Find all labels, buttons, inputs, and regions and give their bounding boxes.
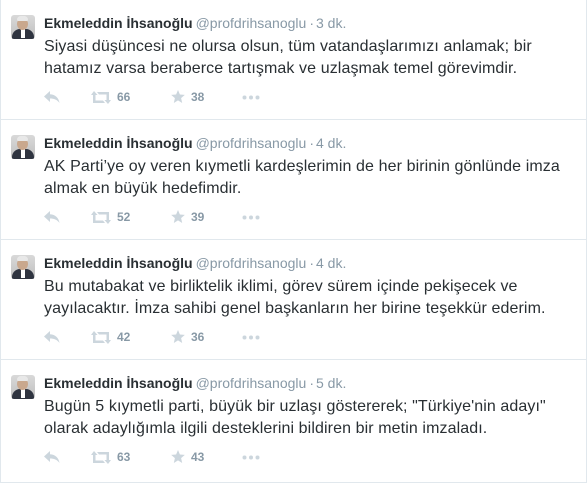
tweet-header: Ekmeleddin İhsanoğlu @profdrihsanoglu · 5 d… <box>44 374 346 392</box>
more-button[interactable] <box>242 215 272 220</box>
separator-dot: · <box>309 15 314 31</box>
favorite-button[interactable]: 43 <box>171 450 242 464</box>
author-fullname[interactable]: Ekmeleddin İhsanoğlu <box>44 375 193 391</box>
star-icon <box>171 450 185 464</box>
favorite-count: 36 <box>191 330 205 344</box>
tweet-actions: 63 43 <box>44 448 272 466</box>
tweet-header: Ekmeleddin İhsanoğlu @profdrihsanoglu · 3 d… <box>44 14 346 32</box>
favorite-button[interactable]: 36 <box>171 330 242 344</box>
tweet-header: Ekmeleddin İhsanoğlu @profdrihsanoglu · 4 d… <box>44 134 346 152</box>
star-icon <box>171 90 185 104</box>
more-button[interactable] <box>242 335 272 340</box>
reply-button[interactable] <box>44 211 91 223</box>
author-username[interactable]: @profdrihsanoglu <box>196 255 307 271</box>
retweet-icon <box>91 450 111 464</box>
favorite-button[interactable]: 39 <box>171 210 242 224</box>
author-username[interactable]: @profdrihsanoglu <box>196 375 307 391</box>
avatar[interactable] <box>11 255 35 279</box>
favorite-button[interactable]: 38 <box>171 90 242 104</box>
avatar[interactable] <box>11 135 35 159</box>
separator-dot: · <box>309 135 314 151</box>
author-fullname[interactable]: Ekmeleddin İhsanoğlu <box>44 255 193 271</box>
more-button[interactable] <box>242 455 272 460</box>
tweet[interactable]: Ekmeleddin İhsanoğlu @profdrihsanoglu · 4 d… <box>1 240 586 360</box>
author-username[interactable]: @profdrihsanoglu <box>196 15 307 31</box>
tweet[interactable]: Ekmeleddin İhsanoğlu @profdrihsanoglu · 5 d… <box>1 360 586 483</box>
author-fullname[interactable]: Ekmeleddin İhsanoğlu <box>44 15 193 31</box>
retweet-button[interactable]: 66 <box>91 90 171 104</box>
more-dots-icon <box>242 215 260 220</box>
avatar[interactable] <box>11 375 35 399</box>
tweet-text: AK Parti’ye oy veren kıymetli kardeşleri… <box>44 158 560 197</box>
retweet-count: 52 <box>117 210 131 224</box>
tweet-header: Ekmeleddin İhsanoğlu @profdrihsanoglu · 4 d… <box>44 254 346 272</box>
reply-button[interactable] <box>44 91 91 103</box>
more-dots-icon <box>242 335 260 340</box>
reply-button[interactable] <box>44 331 91 343</box>
more-button[interactable] <box>242 95 272 100</box>
tweet-timestamp[interactable]: 4 dk. <box>316 135 346 151</box>
separator-dot: · <box>309 375 314 391</box>
tweet[interactable]: Ekmeleddin İhsanoğlu @profdrihsanoglu · 4 d… <box>1 120 586 240</box>
retweet-count: 63 <box>117 450 131 464</box>
tweet-text: Siyasi düşüncesi ne olursa olsun, tüm va… <box>44 38 532 77</box>
retweet-button[interactable]: 63 <box>91 450 171 464</box>
favorite-count: 39 <box>191 210 205 224</box>
retweet-icon <box>91 90 111 104</box>
more-dots-icon <box>242 455 260 460</box>
tweet[interactable]: Ekmeleddin İhsanoğlu @profdrihsanoglu · 3 d… <box>1 0 586 120</box>
reply-button[interactable] <box>44 451 91 463</box>
star-icon <box>171 330 185 344</box>
tweet-text: Bugün 5 kıymetli parti, büyük bir uzlaşı… <box>44 398 546 437</box>
reply-icon <box>44 211 60 223</box>
favorite-count: 43 <box>191 450 205 464</box>
tweet-actions: 52 39 <box>44 208 272 226</box>
avatar[interactable] <box>11 15 35 39</box>
reply-icon <box>44 91 60 103</box>
tweet-timestamp[interactable]: 4 dk. <box>316 255 346 271</box>
separator-dot: · <box>309 255 314 271</box>
more-dots-icon <box>242 95 260 100</box>
author-fullname[interactable]: Ekmeleddin İhsanoğlu <box>44 135 193 151</box>
favorite-count: 38 <box>191 90 205 104</box>
tweet-timestamp[interactable]: 3 dk. <box>316 15 346 31</box>
author-username[interactable]: @profdrihsanoglu <box>196 135 307 151</box>
reply-icon <box>44 451 60 463</box>
retweet-button[interactable]: 52 <box>91 210 171 224</box>
tweet-timeline: Ekmeleddin İhsanoğlu @profdrihsanoglu · 3 d… <box>0 0 587 483</box>
retweet-icon <box>91 210 111 224</box>
retweet-icon <box>91 330 111 344</box>
tweet-text: Bu mutabakat ve birliktelik iklimi, göre… <box>44 278 546 317</box>
retweet-button[interactable]: 42 <box>91 330 171 344</box>
reply-icon <box>44 331 60 343</box>
tweet-timestamp[interactable]: 5 dk. <box>316 375 346 391</box>
tweet-actions: 66 38 <box>44 88 272 106</box>
star-icon <box>171 210 185 224</box>
retweet-count: 66 <box>117 90 131 104</box>
tweet-actions: 42 36 <box>44 328 272 346</box>
retweet-count: 42 <box>117 330 131 344</box>
